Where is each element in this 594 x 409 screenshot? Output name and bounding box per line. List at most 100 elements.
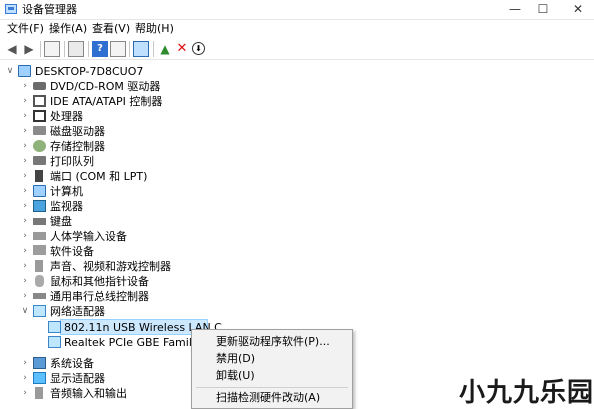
tree-item-label: 监视器 [50, 200, 83, 213]
tree-item-label: 显示适配器 [50, 372, 105, 385]
watermark: 小九九乐园 [459, 378, 594, 408]
context-menu: 更新驱动程序软件(P)... 禁用(D) 卸载(U) 扫描检测硬件改动(A) [191, 329, 353, 409]
chevron-right-icon[interactable]: › [20, 244, 30, 259]
back-arrow-icon[interactable]: ◀ [4, 41, 20, 57]
uninstall-icon[interactable]: ✕ [174, 41, 190, 57]
tree-root-label: DESKTOP-7D8CUO7 [35, 65, 144, 78]
speaker-icon [35, 260, 43, 272]
chevron-right-icon[interactable]: › [20, 79, 30, 94]
mouse-icon [35, 275, 44, 287]
details-icon[interactable] [110, 41, 126, 57]
tree-item[interactable]: › DVD/CD-ROM 驱动器 [0, 79, 240, 94]
tree-item-label: 声音、视频和游戏控制器 [50, 260, 171, 273]
chevron-right-icon[interactable]: › [20, 184, 30, 199]
hid-icon [33, 232, 46, 240]
context-uninstall[interactable]: 卸载(U) [216, 369, 255, 383]
chevron-down-icon[interactable]: ∨ [5, 64, 15, 79]
monitor-icon[interactable] [133, 41, 149, 57]
chevron-right-icon[interactable]: › [20, 94, 30, 109]
toolbar-separator [40, 41, 41, 57]
chevron-right-icon[interactable]: › [20, 356, 30, 371]
disk-drive-icon [33, 126, 46, 135]
enable-device-icon[interactable]: ⬇ [192, 42, 205, 55]
speaker-icon [35, 387, 43, 399]
context-separator [196, 387, 348, 388]
network-adapter-icon [48, 336, 61, 348]
tree-item[interactable]: › 键盘 [0, 214, 240, 229]
chevron-right-icon[interactable]: › [20, 154, 30, 169]
tree-item[interactable]: › 磁盘驱动器 [0, 124, 240, 139]
display-adapter-icon [33, 372, 46, 384]
chevron-right-icon[interactable]: › [20, 199, 30, 214]
chevron-right-icon[interactable]: › [20, 274, 30, 289]
context-update-driver[interactable]: 更新驱动程序软件(P)... [216, 335, 330, 349]
chevron-right-icon[interactable]: › [20, 259, 30, 274]
tree-item[interactable]: › 端口 (COM 和 LPT) [0, 169, 240, 184]
context-scan-hardware[interactable]: 扫描检测硬件改动(A) [216, 391, 320, 405]
monitor-icon [33, 200, 46, 212]
tree-item[interactable]: › 声音、视频和游戏控制器 [0, 259, 240, 274]
system-device-icon [33, 357, 46, 369]
storage-controller-icon [33, 140, 46, 152]
context-disable[interactable]: 禁用(D) [216, 352, 255, 366]
keyboard-icon [33, 218, 46, 225]
tree-item[interactable]: › 鼠标和其他指针设备 [0, 274, 240, 289]
show-hide-icon[interactable] [68, 41, 84, 57]
tree-item[interactable]: ∨ 网络适配器 [0, 304, 240, 319]
tree-item[interactable]: › 计算机 [0, 184, 240, 199]
tree-item-label: 键盘 [50, 215, 72, 228]
chevron-right-icon[interactable]: › [20, 109, 30, 124]
usb-icon [33, 293, 46, 299]
printer-icon [33, 156, 46, 165]
menu-file[interactable]: 文件(F) [7, 22, 44, 36]
tree-root[interactable]: ∨ DESKTOP-7D8CUO7 [0, 64, 220, 79]
toolbar-separator [64, 41, 65, 57]
chevron-right-icon[interactable]: › [20, 214, 30, 229]
help-icon[interactable]: ? [92, 41, 108, 57]
tree-item[interactable]: › 人体学输入设备 [0, 229, 240, 244]
chevron-right-icon[interactable]: › [20, 124, 30, 139]
tree-item[interactable]: › IDE ATA/ATAPI 控制器 [0, 94, 240, 109]
computer-icon [33, 185, 46, 197]
tree-item[interactable]: › 通用串行总线控制器 [0, 289, 240, 304]
forward-arrow-icon[interactable]: ▶ [21, 41, 37, 57]
menu-action[interactable]: 操作(A) [49, 22, 87, 36]
chevron-right-icon[interactable]: › [20, 169, 30, 184]
title-bar: 设备管理器 — ☐ ✕ [0, 0, 594, 20]
menu-bar: 文件(F) 操作(A) 查看(V) 帮助(H) [0, 20, 594, 38]
maximize-button[interactable]: ☐ [531, 0, 555, 19]
chevron-down-icon[interactable]: ∨ [20, 304, 30, 319]
chevron-right-icon[interactable]: › [20, 229, 30, 244]
tree-item-label: 打印队列 [50, 155, 94, 168]
update-driver-icon[interactable]: ▲ [157, 41, 173, 57]
tree-item-label: DVD/CD-ROM 驱动器 [50, 80, 161, 93]
chevron-right-icon[interactable]: › [20, 371, 30, 386]
dvd-drive-icon [33, 82, 46, 90]
minimize-button[interactable]: — [503, 0, 527, 19]
tree-item-label: 网络适配器 [50, 305, 105, 318]
tree-item-label: 音频输入和输出 [50, 387, 127, 400]
tree-item[interactable]: › 打印队列 [0, 154, 240, 169]
tree-item-label: 端口 (COM 和 LPT) [50, 170, 148, 183]
tree-item[interactable]: › 处理器 [0, 109, 240, 124]
tree-item-label: 计算机 [50, 185, 83, 198]
tree-item-label: 系统设备 [50, 357, 94, 370]
chevron-right-icon[interactable]: › [20, 289, 30, 304]
tree-item-label: IDE ATA/ATAPI 控制器 [50, 95, 163, 108]
tree-item-label: 鼠标和其他指针设备 [50, 275, 149, 288]
tree-item-label: 通用串行总线控制器 [50, 290, 149, 303]
properties-icon[interactable] [44, 41, 60, 57]
processor-icon [33, 110, 46, 122]
ide-controller-icon [33, 95, 46, 107]
menu-help[interactable]: 帮助(H) [135, 22, 174, 36]
tree-item[interactable]: › 监视器 [0, 199, 240, 214]
tree-item-label: 磁盘驱动器 [50, 125, 105, 138]
tree-item-label: 人体学输入设备 [50, 230, 127, 243]
close-button[interactable]: ✕ [566, 0, 590, 19]
tree-item[interactable]: › 软件设备 [0, 244, 240, 259]
chevron-right-icon[interactable]: › [20, 386, 30, 401]
tree-item[interactable]: › 存储控制器 [0, 139, 240, 154]
menu-view[interactable]: 查看(V) [92, 22, 130, 36]
toolbar: ◀ ▶ ? ▲ ✕ ⬇ [0, 39, 594, 60]
chevron-right-icon[interactable]: › [20, 139, 30, 154]
